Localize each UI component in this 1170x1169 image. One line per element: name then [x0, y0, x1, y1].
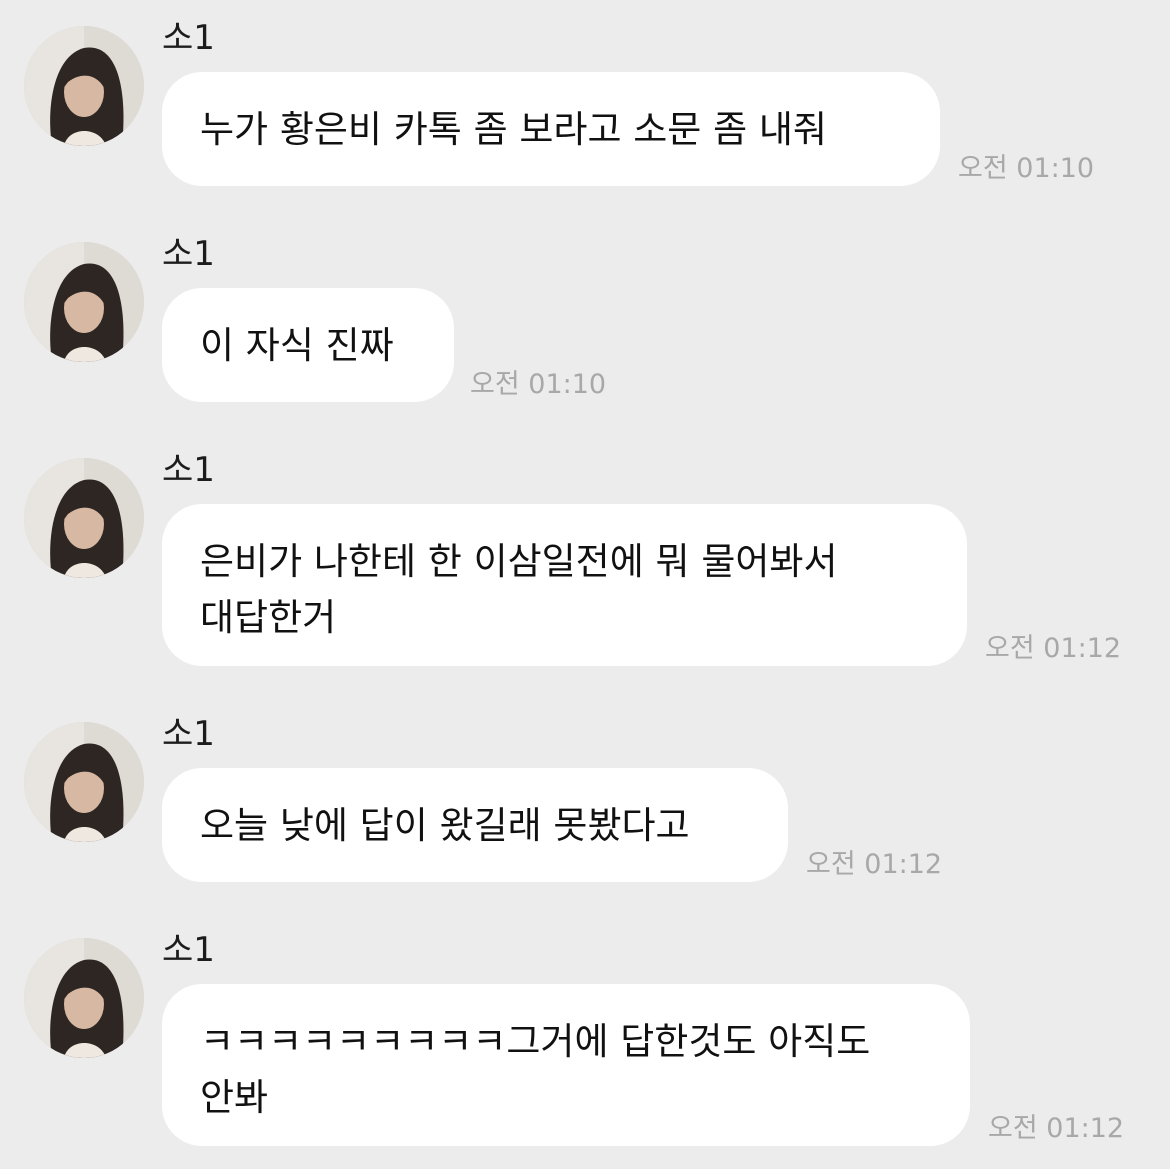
avatar-image: [24, 458, 144, 578]
message-bubble[interactable]: 은비가 나한테 한 이삼일전에 뭐 물어봐서 대답한거: [162, 504, 967, 666]
chat-message: 소1 누가 황은비 카톡 좀 보라고 소문 좀 내줘 오전 01:10: [0, 0, 1170, 200]
chat-message: 소1 은비가 나한테 한 이삼일전에 뭐 물어봐서 대답한거 오전 01:12: [0, 432, 1170, 682]
message-text: 누가 황은비 카톡 좀 보라고 소문 좀 내줘: [200, 108, 827, 151]
sender-avatar[interactable]: [24, 458, 144, 578]
message-timestamp: 오전 01:10: [958, 153, 1095, 184]
message-bubble[interactable]: 누가 황은비 카톡 좀 보라고 소문 좀 내줘: [162, 72, 940, 186]
message-text: 대답한거: [200, 596, 337, 639]
chat-message: 소1 오늘 낮에 답이 왔길래 못봤다고 오전 01:12: [0, 696, 1170, 896]
message-timestamp: 오전 01:12: [985, 633, 1122, 664]
message-bubble[interactable]: ㅋㅋㅋㅋㅋㅋㅋㅋㅋ그거에 답한것도 아직도 안봐: [162, 984, 970, 1146]
message-text: 안봐: [200, 1076, 269, 1119]
sender-name: 소1: [162, 234, 215, 274]
message-text: 은비가 나한테 한 이삼일전에 뭐 물어봐서: [200, 540, 838, 583]
message-timestamp: 오전 01:10: [470, 369, 607, 400]
chat-message-list[interactable]: 소1 누가 황은비 카톡 좀 보라고 소문 좀 내줘 오전 01:10 소1 이…: [0, 0, 1170, 1169]
message-timestamp: 오전 01:12: [988, 1113, 1125, 1144]
sender-avatar[interactable]: [24, 26, 144, 146]
sender-name: 소1: [162, 714, 215, 754]
sender-name: 소1: [162, 18, 215, 58]
message-bubble[interactable]: 오늘 낮에 답이 왔길래 못봤다고: [162, 768, 788, 882]
sender-name: 소1: [162, 930, 215, 970]
sender-name: 소1: [162, 450, 215, 490]
sender-avatar[interactable]: [24, 242, 144, 362]
avatar-image: [24, 722, 144, 842]
sender-avatar[interactable]: [24, 722, 144, 842]
message-text: ㅋㅋㅋㅋㅋㅋㅋㅋㅋ그거에 답한것도 아직도: [200, 1020, 871, 1063]
message-bubble[interactable]: 이 자식 진짜: [162, 288, 454, 402]
message-timestamp: 오전 01:12: [806, 849, 943, 880]
message-text: 오늘 낮에 답이 왔길래 못봤다고: [200, 804, 690, 847]
avatar-image: [24, 242, 144, 362]
chat-message: 소1 ㅋㅋㅋㅋㅋㅋㅋㅋㅋ그거에 답한것도 아직도 안봐 오전 01:12: [0, 912, 1170, 1162]
sender-avatar[interactable]: [24, 938, 144, 1058]
avatar-image: [24, 938, 144, 1058]
avatar-image: [24, 26, 144, 146]
chat-message: 소1 이 자식 진짜 오전 01:10: [0, 216, 1170, 416]
message-text: 이 자식 진짜: [200, 324, 394, 367]
